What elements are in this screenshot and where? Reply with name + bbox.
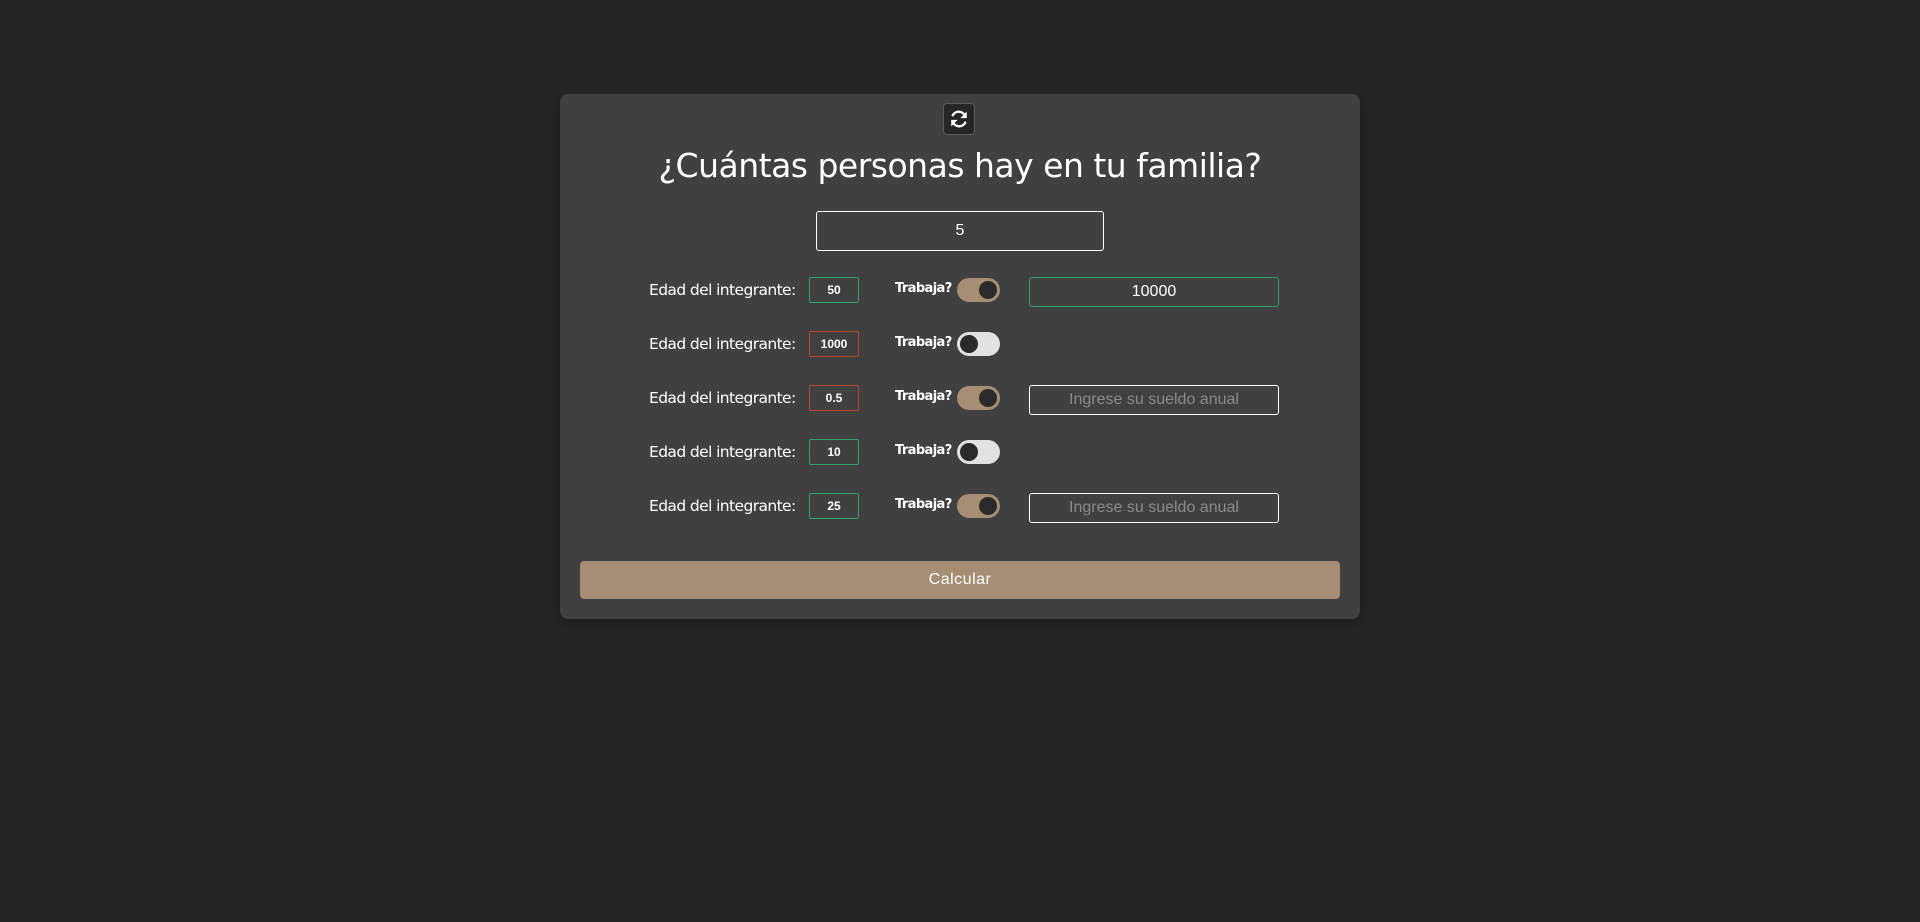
- refresh-icon: [951, 110, 967, 128]
- works-toggle[interactable]: [957, 332, 1000, 356]
- age-label: Edad del integrante:: [649, 335, 796, 353]
- age-label: Edad del integrante:: [649, 281, 796, 299]
- works-label: Trabaja?: [895, 281, 952, 296]
- salary-input[interactable]: [1029, 493, 1279, 523]
- works-toggle[interactable]: [957, 278, 1000, 302]
- page-title: ¿Cuántas personas hay en tu familia?: [658, 146, 1262, 185]
- members-list: Edad del integrante: Trabaja? Edad del i…: [560, 277, 1360, 547]
- salary-input[interactable]: [1029, 277, 1279, 307]
- age-input[interactable]: [809, 439, 859, 465]
- works-label: Trabaja?: [895, 389, 952, 404]
- age-label: Edad del integrante:: [649, 389, 796, 407]
- family-form-card: ¿Cuántas personas hay en tu familia? Eda…: [560, 94, 1360, 619]
- member-row: Edad del integrante: Trabaja?: [560, 493, 1360, 547]
- works-label: Trabaja?: [895, 497, 952, 512]
- salary-input[interactable]: [1029, 385, 1279, 415]
- member-row: Edad del integrante: Trabaja?: [560, 439, 1360, 493]
- works-toggle[interactable]: [957, 494, 1000, 518]
- works-label: Trabaja?: [895, 443, 952, 458]
- works-label: Trabaja?: [895, 335, 952, 350]
- member-row: Edad del integrante: Trabaja?: [560, 331, 1360, 385]
- toggle-knob: [960, 335, 978, 353]
- age-input[interactable]: [809, 277, 859, 303]
- works-toggle[interactable]: [957, 440, 1000, 464]
- toggle-knob: [979, 281, 997, 299]
- calculate-button[interactable]: Calcular: [580, 561, 1340, 599]
- age-label: Edad del integrante:: [649, 443, 796, 461]
- member-row: Edad del integrante: Trabaja?: [560, 277, 1360, 331]
- refresh-button[interactable]: [943, 103, 975, 135]
- age-input[interactable]: [809, 493, 859, 519]
- age-input[interactable]: [809, 385, 859, 411]
- toggle-knob: [979, 497, 997, 515]
- member-row: Edad del integrante: Trabaja?: [560, 385, 1360, 439]
- toggle-knob: [960, 443, 978, 461]
- toggle-knob: [979, 389, 997, 407]
- works-toggle[interactable]: [957, 386, 1000, 410]
- age-label: Edad del integrante:: [649, 497, 796, 515]
- family-count-input[interactable]: [816, 211, 1104, 251]
- age-input[interactable]: [809, 331, 859, 357]
